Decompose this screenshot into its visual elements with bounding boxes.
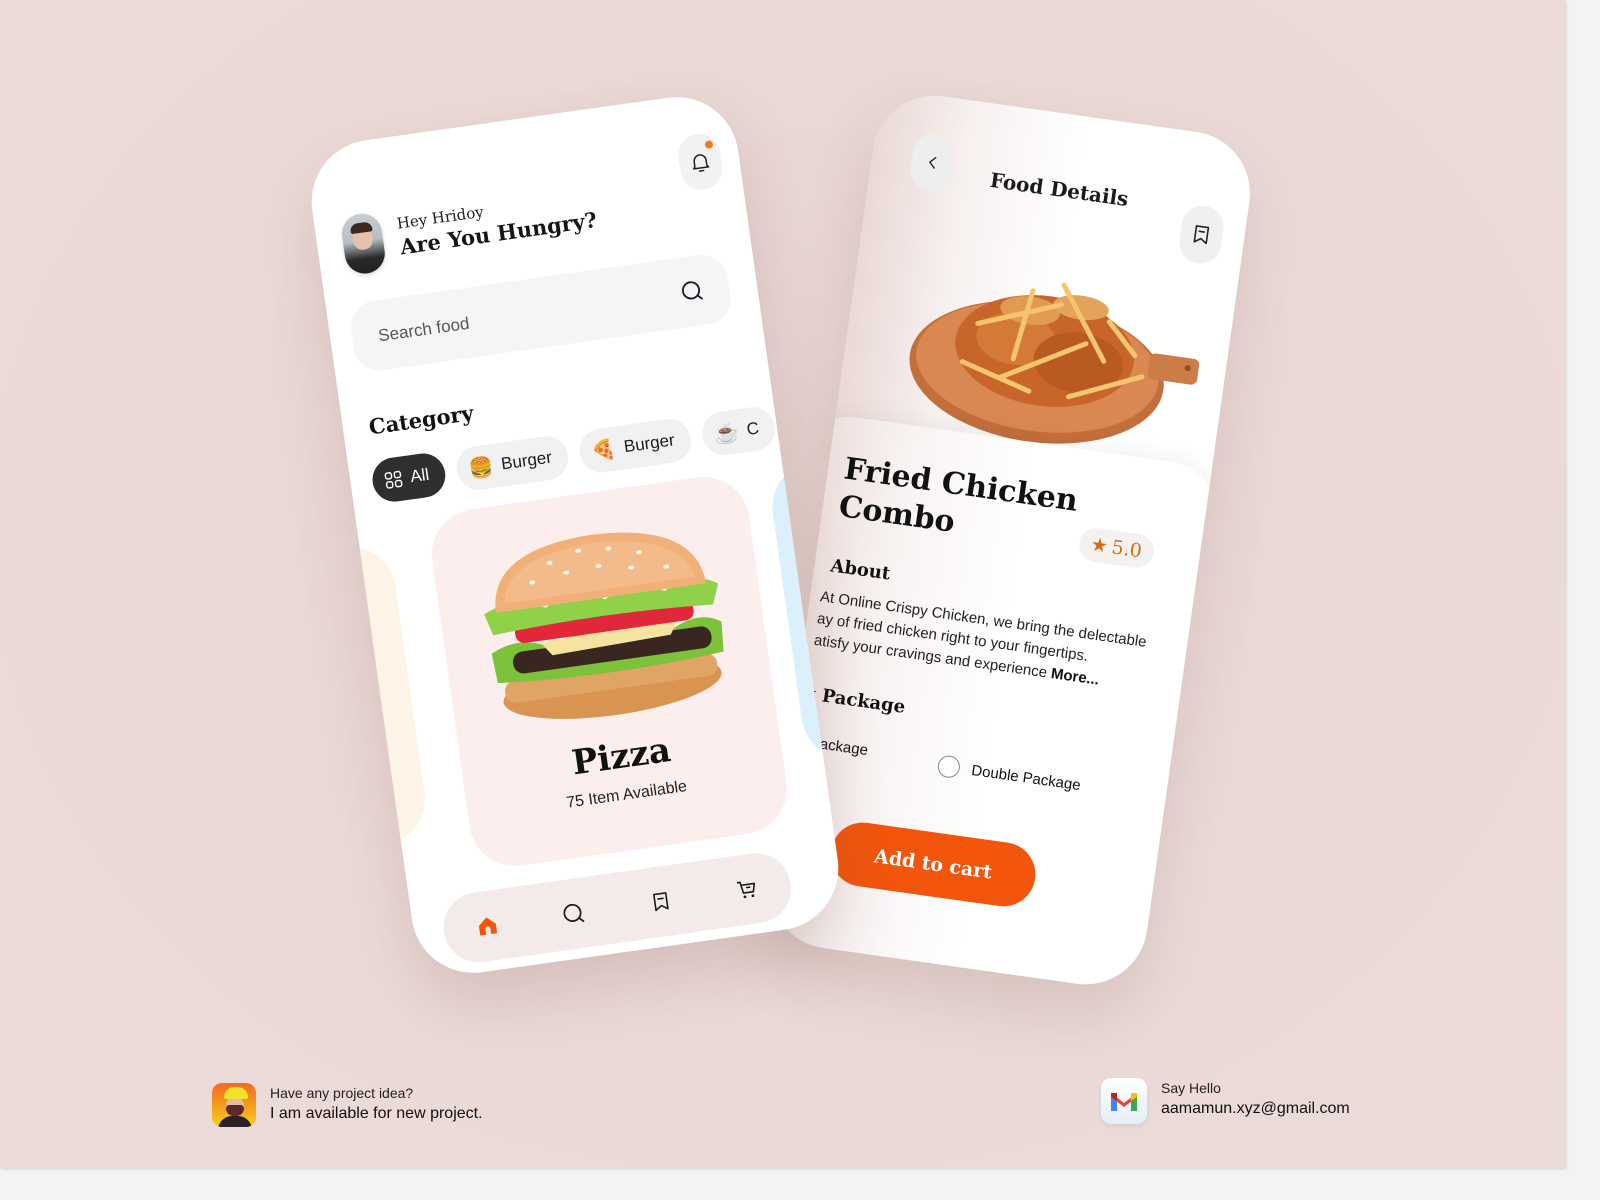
nav-cart[interactable]: [725, 867, 770, 912]
home-icon: [478, 917, 497, 936]
chip-label: All: [408, 464, 431, 487]
cart-icon: [737, 881, 756, 899]
search-icon[interactable]: [678, 277, 707, 306]
search-icon: [563, 903, 585, 923]
footer-contact-left: Have any project idea? I am available fo…: [212, 1083, 483, 1127]
footer-left-text: I am available for new project.: [270, 1105, 483, 1122]
category-heading: Category: [367, 400, 476, 440]
notification-button[interactable]: [675, 131, 725, 193]
rating-value: 5.0: [1110, 536, 1144, 563]
add-to-cart-button[interactable]: Add to cart: [826, 818, 1040, 911]
bell-icon: [692, 154, 710, 172]
category-chip-all[interactable]: All: [369, 450, 449, 505]
chip-label: Burger: [622, 430, 676, 457]
package-label: Double Package: [970, 761, 1082, 794]
nav-home[interactable]: [465, 903, 510, 948]
package-option-double[interactable]: Double Package: [936, 754, 1082, 796]
footer-right-caption: Say Hello: [1161, 1080, 1221, 1096]
nav-search[interactable]: [551, 891, 596, 936]
grid-icon: [384, 470, 403, 489]
home-screen: Hey Hridoy Are You Hungry? Search food C…: [303, 89, 847, 981]
featured-food-card[interactable]: Pizza 75 Item Available: [425, 471, 793, 873]
radio-button[interactable]: [936, 754, 962, 780]
category-chip-coffee[interactable]: ☕ C: [699, 404, 778, 459]
notification-dot: [704, 140, 714, 150]
search-input[interactable]: Search food: [347, 251, 734, 374]
food-info-card: Fried Chicken Combo ★ 5.0 About At Onlin…: [762, 410, 1222, 993]
burger-icon: 🍔: [467, 455, 495, 481]
category-chip-pizza[interactable]: 🍕 Burger: [576, 416, 694, 476]
avatar[interactable]: [339, 211, 388, 277]
bookmark-icon: [652, 892, 669, 912]
bookmark-icon: [1193, 225, 1210, 245]
coffee-icon: ☕: [712, 420, 741, 447]
footer-left-caption: Have any project idea?: [270, 1085, 414, 1101]
chip-label: C: [745, 418, 761, 439]
about-description: At Online Crispy Chicken, we bring the d…: [813, 586, 1169, 700]
food-card-prev[interactable]: [303, 540, 431, 859]
footer-contact-right: Say Hello aamamun.xyz@gmail.com: [1101, 1078, 1350, 1124]
chip-label: Burger: [499, 447, 554, 474]
designer-avatar: [212, 1083, 256, 1127]
rating-badge: ★ 5.0: [1076, 525, 1156, 570]
bottom-navigation: [439, 848, 796, 967]
pizza-icon: 🍕: [589, 438, 618, 464]
category-chip-burger[interactable]: 🍔 Burger: [453, 433, 571, 493]
gmail-icon[interactable]: [1101, 1078, 1147, 1124]
star-icon: ★: [1089, 533, 1110, 558]
burger-image: [484, 532, 724, 719]
contact-email[interactable]: aamamun.xyz@gmail.com: [1161, 1100, 1350, 1118]
search-placeholder: Search food: [377, 313, 471, 346]
nav-saved[interactable]: [638, 879, 683, 924]
dish-name: Fried Chicken Combo: [836, 451, 1080, 540]
more-link[interactable]: More...: [1050, 665, 1100, 689]
about-heading: About: [829, 555, 892, 585]
presentation-canvas: Food Details Fried Chicken Combo ★ 5.0 A…: [0, 0, 1565, 1168]
